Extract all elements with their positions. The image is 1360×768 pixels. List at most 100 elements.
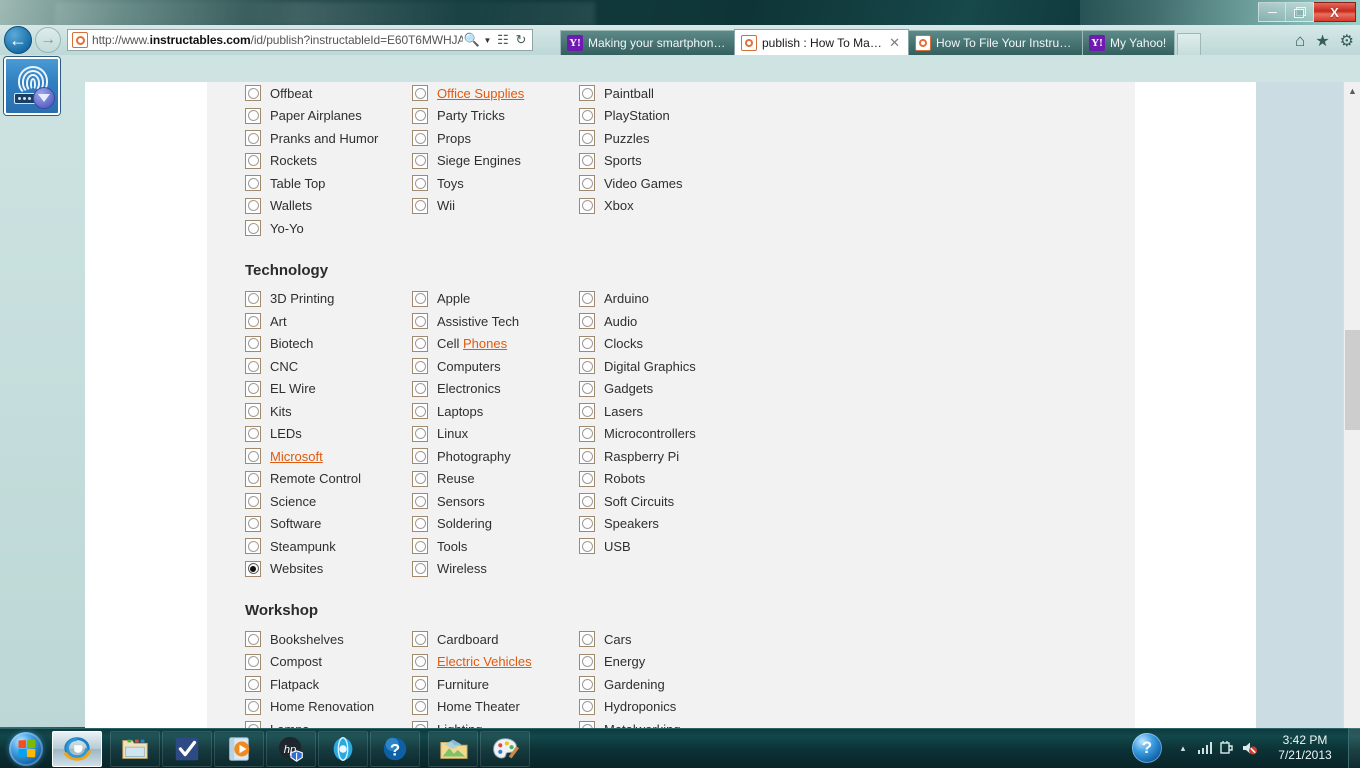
category-option[interactable]: Energy	[579, 651, 799, 674]
category-link[interactable]: Phones	[463, 336, 507, 351]
category-option[interactable]: Yo-Yo	[245, 217, 412, 240]
forward-button[interactable]: →	[35, 27, 61, 53]
radio-button[interactable]	[412, 448, 428, 465]
category-option[interactable]: Computers	[412, 355, 579, 378]
category-option[interactable]: Hydroponics	[579, 696, 799, 719]
category-option[interactable]: Rockets	[245, 150, 412, 173]
radio-button[interactable]	[579, 676, 595, 693]
browser-tab[interactable]: Y! Making your smartphone...	[560, 30, 735, 55]
category-option[interactable]: Table Top	[245, 172, 412, 195]
category-option[interactable]: Laptops	[412, 400, 579, 423]
radio-button[interactable]	[245, 107, 261, 124]
radio-button[interactable]	[245, 676, 261, 693]
browser-tab[interactable]: How To File Your Instruct...	[908, 30, 1083, 55]
taskbar-hp-support[interactable]: hp	[266, 730, 316, 767]
radio-button[interactable]	[412, 197, 428, 214]
category-link[interactable]: Microsoft	[270, 449, 323, 464]
tray-help-icon[interactable]: ?	[1132, 733, 1162, 763]
category-option[interactable]: Toys	[412, 172, 579, 195]
radio-button[interactable]	[579, 107, 595, 124]
radio-button[interactable]	[412, 560, 428, 577]
radio-button[interactable]	[412, 130, 428, 147]
taskbar-checkmark-app[interactable]	[162, 730, 212, 767]
category-option[interactable]: Digital Graphics	[579, 355, 799, 378]
category-option[interactable]: Science	[245, 490, 412, 513]
category-option[interactable]: Home Renovation	[245, 696, 412, 719]
radio-button[interactable]	[245, 631, 261, 648]
radio-button[interactable]	[412, 313, 428, 330]
category-option[interactable]: Software	[245, 513, 412, 536]
category-option[interactable]: Websites	[245, 558, 412, 581]
category-option[interactable]: Office Supplies	[412, 82, 579, 105]
scrollbar-thumb[interactable]	[1345, 330, 1360, 430]
taskbar-photo-gallery[interactable]	[428, 730, 478, 767]
category-option[interactable]: Remote Control	[245, 468, 412, 491]
search-icon[interactable]: 🔍	[463, 30, 481, 50]
radio-button[interactable]	[579, 380, 595, 397]
radio-button[interactable]	[412, 380, 428, 397]
radio-button[interactable]	[579, 470, 595, 487]
radio-button[interactable]	[412, 425, 428, 442]
radio-button[interactable]	[579, 493, 595, 510]
category-option[interactable]: EL Wire	[245, 378, 412, 401]
category-option[interactable]: Paper Airplanes	[245, 105, 412, 128]
category-option[interactable]: Wireless	[412, 558, 579, 581]
radio-button[interactable]	[245, 335, 261, 352]
taskbar-internet-explorer[interactable]	[52, 730, 102, 767]
radio-button[interactable]	[412, 403, 428, 420]
radio-button[interactable]	[245, 653, 261, 670]
category-option[interactable]: Siege Engines	[412, 150, 579, 173]
radio-button[interactable]	[579, 358, 595, 375]
category-option[interactable]: Compost	[245, 651, 412, 674]
category-option[interactable]: PlayStation	[579, 105, 799, 128]
refresh-icon[interactable]: ↻	[512, 30, 530, 50]
radio-button[interactable]	[245, 175, 261, 192]
home-icon[interactable]: ⌂	[1295, 31, 1305, 51]
category-option[interactable]: Home Theater	[412, 696, 579, 719]
category-option[interactable]: Xbox	[579, 195, 799, 218]
category-option[interactable]: Wii	[412, 195, 579, 218]
category-option[interactable]: Clocks	[579, 333, 799, 356]
radio-button[interactable]	[412, 152, 428, 169]
category-option[interactable]: Art	[245, 310, 412, 333]
network-signal-icon[interactable]	[1194, 736, 1216, 760]
radio-button[interactable]	[579, 175, 595, 192]
radio-button[interactable]	[245, 560, 261, 577]
category-option[interactable]: Video Games	[579, 172, 799, 195]
scroll-up-button[interactable]: ▲	[1344, 82, 1360, 99]
radio-button[interactable]	[245, 448, 261, 465]
volume-muted-icon[interactable]	[1238, 736, 1260, 760]
radio-button[interactable]	[245, 130, 261, 147]
radio-button[interactable]	[245, 493, 261, 510]
radio-button[interactable]	[245, 403, 261, 420]
radio-button[interactable]	[412, 107, 428, 124]
radio-button[interactable]	[412, 358, 428, 375]
radio-button[interactable]	[412, 676, 428, 693]
category-option[interactable]: Paintball	[579, 82, 799, 105]
category-option[interactable]: Robots	[579, 468, 799, 491]
radio-button[interactable]	[579, 515, 595, 532]
radio-button[interactable]	[412, 515, 428, 532]
category-option[interactable]: Soft Circuits	[579, 490, 799, 513]
minimize-button[interactable]	[1258, 2, 1286, 22]
address-bar[interactable]: http://www.instructables.com/id/publish?…	[67, 29, 533, 51]
category-option[interactable]: Arduino	[579, 288, 799, 311]
radio-button[interactable]	[245, 85, 261, 102]
category-option[interactable]: Kits	[245, 400, 412, 423]
radio-button[interactable]	[245, 538, 261, 555]
category-option[interactable]: Apple	[412, 288, 579, 311]
radio-button[interactable]	[245, 313, 261, 330]
taskbar-paint[interactable]	[480, 730, 530, 767]
radio-button[interactable]	[579, 152, 595, 169]
tab-close-icon[interactable]: ✕	[889, 35, 900, 51]
category-option[interactable]: Gardening	[579, 673, 799, 696]
taskbar-globe-app[interactable]	[318, 730, 368, 767]
category-option[interactable]: 3D Printing	[245, 288, 412, 311]
radio-button[interactable]	[579, 448, 595, 465]
compatibility-view-icon[interactable]: ☷	[494, 30, 512, 50]
radio-button[interactable]	[245, 358, 261, 375]
radio-button[interactable]	[579, 631, 595, 648]
settings-gear-icon[interactable]: ⚙	[1340, 31, 1354, 51]
radio-button[interactable]	[245, 290, 261, 307]
new-tab-button[interactable]	[1177, 33, 1202, 55]
